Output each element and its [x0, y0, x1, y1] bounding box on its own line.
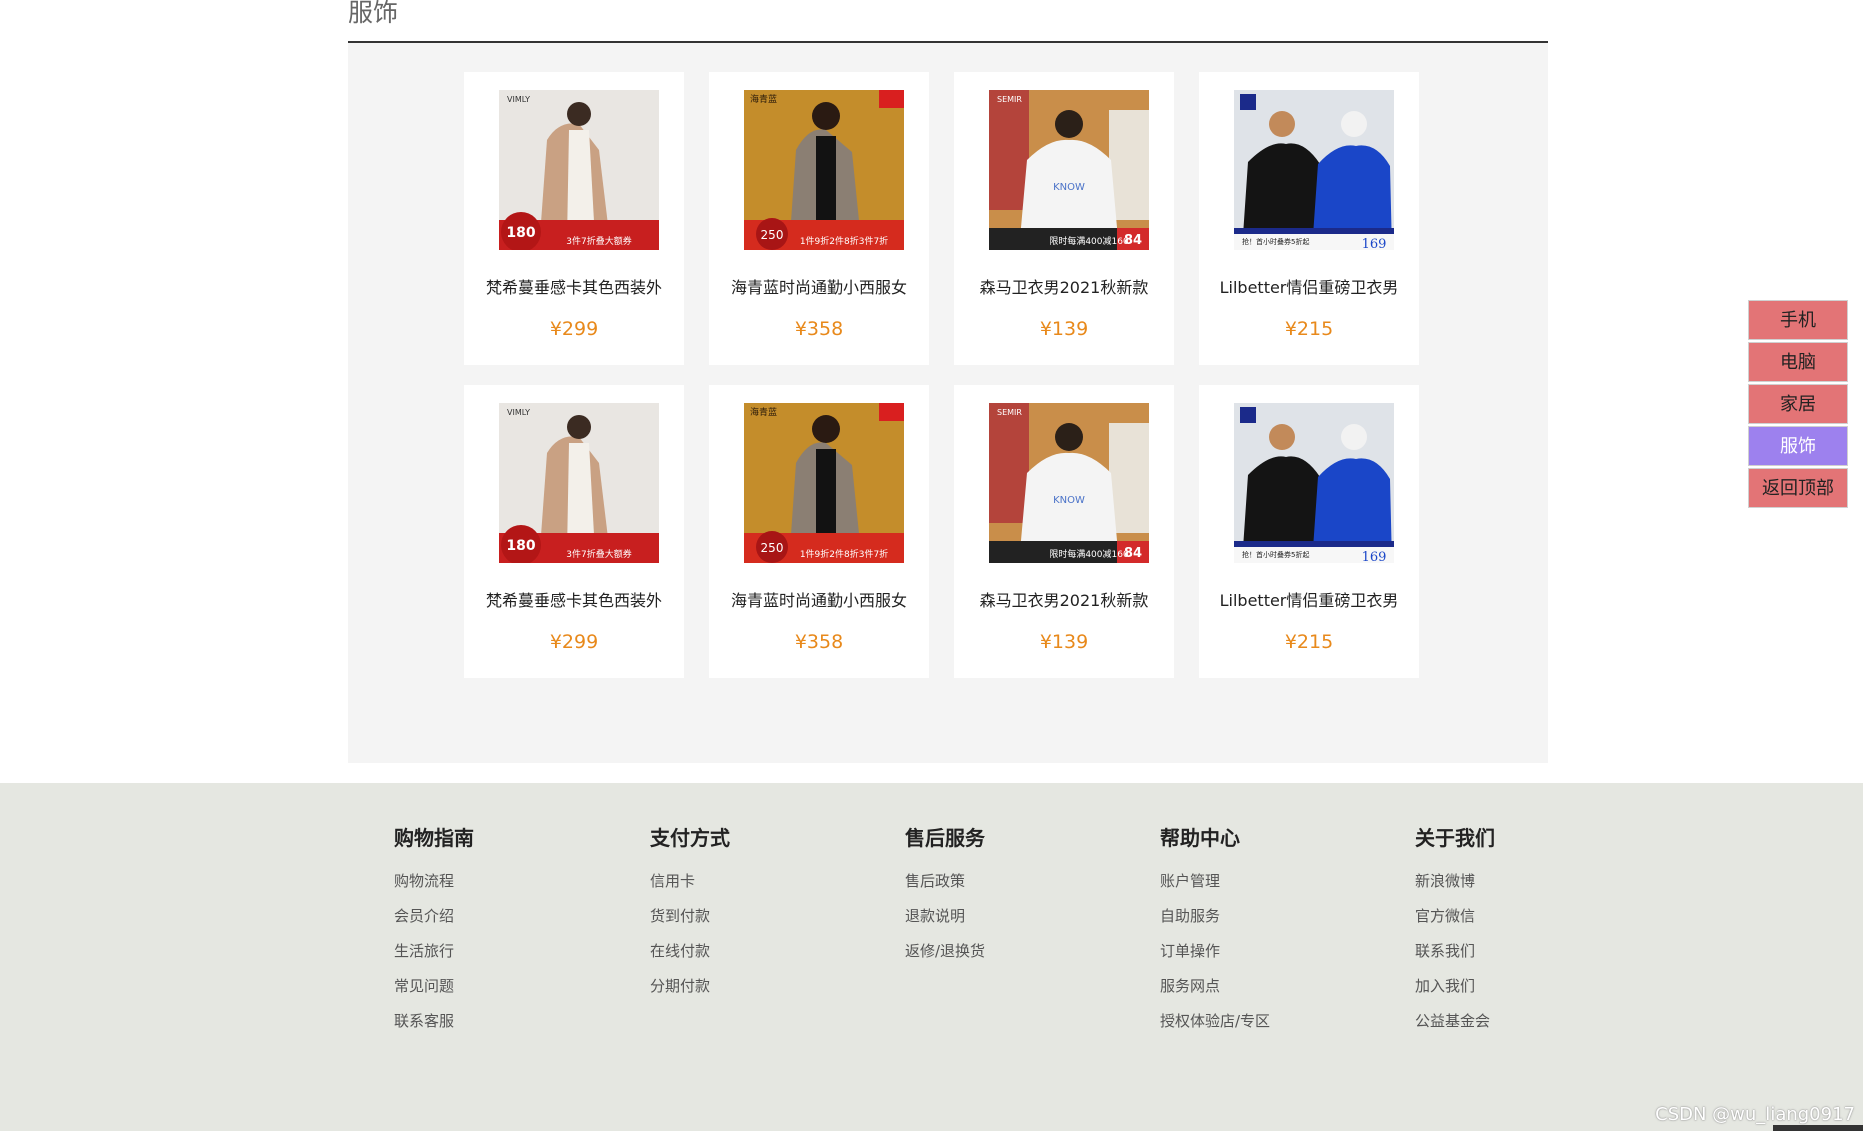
footer-column: 售后服务售后政策 退款说明 返修/退换货	[905, 823, 1105, 977]
side-nav-item[interactable]: 电脑	[1748, 342, 1848, 382]
product-card[interactable]: 169 抢！首小时叠券5折起 Lilbetter情侣重磅卫衣男 ¥215	[1199, 385, 1419, 678]
product-panel: VIMLY 180 3件7折叠大额券 梵希蔓垂感卡其色西装外 ¥299 海青蓝 250…	[348, 43, 1548, 763]
product-name[interactable]: 梵希蔓垂感卡其色西装外	[464, 587, 684, 611]
footer-link[interactable]: 授权体验店/专区	[1160, 1012, 1360, 1047]
product-card[interactable]: 169 抢！首小时叠券5折起 Lilbetter情侣重磅卫衣男 ¥215	[1199, 72, 1419, 365]
watermark: CSDN @wu_liang0917	[1655, 1104, 1855, 1125]
product-card[interactable]: VIMLY 180 3件7折叠大额券梵希蔓垂感卡其色西装外 ¥299	[464, 72, 684, 365]
promo-banner-text: 限时每满400减160	[1049, 235, 1129, 247]
product-card[interactable]: SEMIR KNOW 84 限时每满400减160 森马卫衣男2021秋新款 ¥139	[954, 385, 1174, 678]
product-image[interactable]: 169 抢！首小时叠券5折起	[1234, 90, 1394, 250]
footer-link[interactable]: 新浪微博	[1415, 872, 1615, 907]
footer-column: 支付方式信用卡 货到付款 在线付款 分期付款	[650, 823, 850, 1012]
footer-link[interactable]: 购物流程	[394, 872, 594, 907]
footer-column: 关于我们新浪微博 官方微信 联系我们 加入我们 公益基金会	[1415, 823, 1615, 1047]
footer-link[interactable]: 货到付款	[650, 907, 850, 942]
footer-link[interactable]: 订单操作	[1160, 942, 1360, 977]
corner-bar	[1773, 1125, 1863, 1131]
price-badge: 180	[506, 538, 535, 554]
svg-text:海青蓝: 海青蓝	[750, 93, 777, 105]
footer-column-title: 关于我们	[1415, 826, 1495, 850]
svg-text:海青蓝: 海青蓝	[750, 406, 777, 418]
product-price: ¥299	[549, 631, 599, 653]
svg-text:KNOW: KNOW	[1053, 182, 1085, 193]
promo-banner-text: 1件9折2件8折3件7折	[800, 235, 888, 247]
product-card[interactable]: 海青蓝 250 1件9折2件8折3件7折海青蓝时尚通勤小西服女 ¥358	[709, 385, 929, 678]
price-badge: 169	[1362, 550, 1387, 563]
product-image[interactable]: 169 抢！首小时叠券5折起	[1234, 403, 1394, 563]
footer-link[interactable]: 官方微信	[1415, 907, 1615, 942]
product-grid: VIMLY 180 3件7折叠大额券 梵希蔓垂感卡其色西装外 ¥299 海青蓝 250…	[464, 72, 1419, 678]
product-price: ¥358	[794, 318, 844, 340]
side-nav-item[interactable]: 服饰	[1748, 426, 1848, 466]
product-price: ¥139	[1039, 318, 1089, 340]
product-name[interactable]: 森马卫衣男2021秋新款	[954, 587, 1174, 611]
product-card[interactable]: SEMIR KNOW 84 限时每满400减160 森马卫衣男2021秋新款 ¥139	[954, 72, 1174, 365]
product-name[interactable]: Lilbetter情侣重磅卫衣男	[1199, 587, 1419, 611]
floating-side-nav: 手机 电脑 家居 服饰 返回顶部	[1748, 300, 1848, 510]
price-badge: 250	[761, 541, 784, 555]
promo-banner-text: 1件9折2件8折3件7折	[800, 548, 888, 560]
svg-text:VIMLY: VIMLY	[507, 95, 530, 104]
product-image[interactable]: 海青蓝 250 1件9折2件8折3件7折	[744, 90, 904, 250]
product-price: ¥215	[1284, 318, 1334, 340]
footer-link[interactable]: 返修/退换货	[905, 942, 1105, 977]
footer-link[interactable]: 在线付款	[650, 942, 850, 977]
section-title: 服饰	[348, 0, 1548, 43]
price-badge: 180	[506, 225, 535, 241]
footer-column-title: 购物指南	[394, 826, 474, 850]
footer: 购物指南 购物流程 会员介绍 生活旅行 常见问题 联系客服 支付方式 信用卡 货到付款 在线付款分…	[0, 783, 1863, 1131]
svg-text:SEMIR: SEMIR	[997, 95, 1022, 104]
footer-link[interactable]: 公益基金会	[1415, 1012, 1615, 1047]
product-name[interactable]: 海青蓝时尚通勤小西服女	[709, 587, 929, 611]
product-price: ¥139	[1039, 631, 1089, 653]
product-image[interactable]: 海青蓝 250 1件9折2件8折3件7折	[744, 403, 904, 563]
side-nav-item[interactable]: 家居	[1748, 384, 1848, 424]
footer-link[interactable]: 常见问题	[394, 977, 594, 1012]
product-price: ¥358	[794, 631, 844, 653]
product-price: ¥215	[1284, 631, 1334, 653]
footer-link[interactable]: 分期付款	[650, 977, 850, 1012]
svg-text:KNOW: KNOW	[1053, 495, 1085, 506]
footer-link[interactable]: 会员介绍	[394, 907, 594, 942]
footer-link[interactable]: 联系客服	[394, 1012, 594, 1047]
product-image[interactable]: SEMIR KNOW 84 限时每满400减160	[989, 90, 1149, 250]
back-to-top-button[interactable]: 返回顶部	[1748, 468, 1848, 508]
footer-link[interactable]: 联系我们	[1415, 942, 1615, 977]
footer-link[interactable]: 账户管理	[1160, 872, 1360, 907]
footer-column: 购物指南购物流程 会员介绍 生活旅行 常见问题 联系客服	[394, 823, 594, 1047]
product-name[interactable]: 海青蓝时尚通勤小西服女	[709, 274, 929, 298]
footer-link[interactable]: 加入我们	[1415, 977, 1615, 1012]
price-badge: 169	[1362, 237, 1387, 250]
svg-text:SEMIR: SEMIR	[997, 408, 1022, 417]
footer-link[interactable]: 生活旅行	[394, 942, 594, 977]
side-nav-item[interactable]: 手机	[1748, 300, 1848, 340]
footer-link[interactable]: 自助服务	[1160, 907, 1360, 942]
promo-banner-text: 抢！首小时叠券5折起	[1242, 237, 1309, 246]
footer-link[interactable]: 信用卡	[650, 872, 850, 907]
promo-banner-text: 限时每满400减160	[1049, 548, 1129, 560]
svg-text:VIMLY: VIMLY	[507, 408, 530, 417]
product-card[interactable]: VIMLY 180 3件7折叠大额券梵希蔓垂感卡其色西装外 ¥299	[464, 385, 684, 678]
promo-banner-text: 抢！首小时叠券5折起	[1242, 550, 1309, 559]
footer-column-title: 支付方式	[650, 826, 730, 850]
product-price: ¥299	[549, 318, 599, 340]
product-image[interactable]: SEMIR KNOW 84 限时每满400减160	[989, 403, 1149, 563]
product-card[interactable]: 海青蓝 250 1件9折2件8折3件7折海青蓝时尚通勤小西服女 ¥358	[709, 72, 929, 365]
footer-column-title: 售后服务	[905, 826, 985, 850]
footer-link[interactable]: 退款说明	[905, 907, 1105, 942]
promo-banner-text: 3件7折叠大额券	[566, 548, 631, 560]
footer-link[interactable]: 服务网点	[1160, 977, 1360, 1012]
product-image[interactable]: VIMLY 180 3件7折叠大额券	[499, 403, 659, 563]
product-name[interactable]: Lilbetter情侣重磅卫衣男	[1199, 274, 1419, 298]
footer-link[interactable]: 售后政策	[905, 872, 1105, 907]
price-badge: 250	[761, 228, 784, 242]
promo-banner-text: 3件7折叠大额券	[566, 235, 631, 247]
footer-column: 帮助中心账户管理 自助服务 订单操作 服务网点 授权体验店/专区	[1160, 823, 1360, 1047]
footer-column-title: 帮助中心	[1160, 826, 1240, 850]
product-image[interactable]: VIMLY 180 3件7折叠大额券	[499, 90, 659, 250]
product-name[interactable]: 森马卫衣男2021秋新款	[954, 274, 1174, 298]
product-name[interactable]: 梵希蔓垂感卡其色西装外	[464, 274, 684, 298]
